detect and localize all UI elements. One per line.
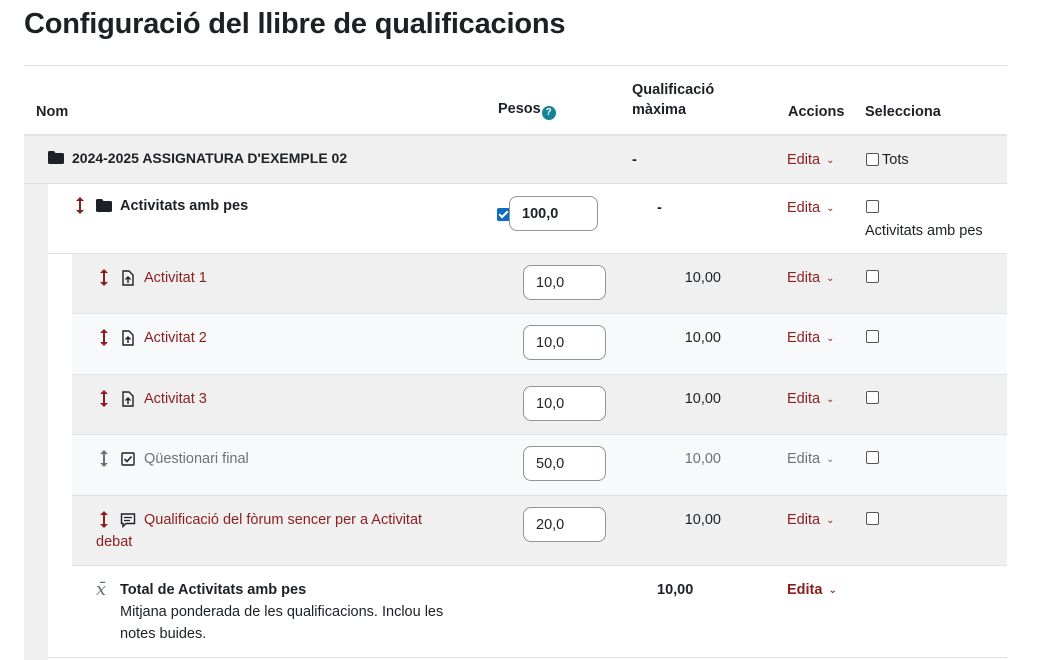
column-header-max-grade: Qualificació màxima (632, 80, 714, 120)
category-total-row: x̄ Total de Activitats amb pes Mitjana p… (48, 566, 1007, 658)
edit-label: Edita (787, 512, 821, 528)
edit-label: Edita (787, 270, 821, 286)
max-grade: 10,00 (684, 451, 721, 467)
edit-label: Edita (787, 391, 821, 407)
chevron-down-icon: ⌄ (826, 333, 835, 344)
item-edit-menu[interactable]: Edita ⌄ (787, 391, 834, 407)
select-all-checkbox[interactable] (866, 153, 879, 166)
folder-icon (48, 151, 64, 168)
course-max-grade: - (632, 152, 637, 168)
item-select-checkbox[interactable] (866, 391, 879, 404)
grade-item-row: Qüestionari final 50,0 10,00 Edita ⌄ (72, 435, 1007, 496)
chevron-down-icon: ⌄ (826, 394, 835, 405)
grade-item-name[interactable]: Qüestionari final (144, 451, 249, 467)
folder-icon (96, 199, 112, 216)
move-icon[interactable] (99, 390, 109, 411)
assignment-icon (121, 391, 135, 411)
chevron-down-icon: ⌄ (828, 585, 837, 596)
aggregation-icon: x̄ (96, 579, 107, 600)
grade-item-row: Qualificació del fòrum sencer per a Acti… (72, 496, 1007, 566)
grade-item-row: Activitat 1 10,0 10,00 Edita ⌄ (72, 254, 1007, 314)
item-edit-menu[interactable]: Edita ⌄ (787, 330, 834, 346)
help-icon[interactable]: ? (541, 106, 556, 120)
chevron-down-icon: ⌄ (826, 155, 835, 166)
edit-label: Edita (787, 451, 821, 467)
course-row: 2024-2025 ASSIGNATURA D'EXEMPLE 02 - Edi… (24, 136, 1007, 184)
column-header-weights: Pesos? (498, 99, 556, 120)
total-name: Total de Activitats amb pes (120, 582, 307, 598)
course-edit-menu[interactable]: Edita ⌄ (787, 152, 834, 168)
chevron-down-icon: ⌄ (826, 454, 835, 465)
grade-item-name[interactable]: Qualificació del fòrum sencer per a Acti… (144, 512, 422, 528)
item-select-checkbox[interactable] (866, 270, 879, 283)
edit-label: Edita (787, 152, 821, 168)
total-max-grade: 10,00 (657, 582, 694, 598)
category-row: Activitats amb pes 100,0 - Edita ⌄ Activi… (48, 184, 1007, 254)
chevron-down-icon: ⌄ (826, 273, 835, 284)
column-header-select: Selecciona (865, 104, 941, 120)
item-edit-menu[interactable]: Edita ⌄ (787, 451, 834, 467)
edit-label: Edita (787, 582, 823, 598)
move-icon[interactable] (75, 197, 85, 218)
max-grade-line1: Qualificació (632, 82, 715, 98)
total-description-line1: Mitjana ponderada de les qualificacions.… (120, 604, 444, 620)
category-indent-bar (24, 184, 48, 660)
column-header-name: Nom (36, 104, 69, 120)
category-max-grade: - (657, 200, 662, 216)
chevron-down-icon: ⌄ (826, 515, 835, 526)
max-grade: 10,00 (684, 512, 721, 528)
total-edit-menu[interactable]: Edita ⌄ (787, 582, 837, 598)
assignment-icon (121, 330, 135, 350)
weight-input[interactable]: 50,0 (523, 446, 606, 481)
item-select-checkbox[interactable] (866, 330, 879, 343)
move-icon[interactable] (99, 511, 109, 532)
weight-input[interactable]: 10,0 (523, 265, 606, 300)
max-grade: 10,00 (684, 391, 721, 407)
column-header-actions: Accions (788, 104, 845, 120)
edit-label: Edita (787, 200, 821, 216)
total-description-line2: notes buides. (120, 626, 207, 642)
weights-label: Pesos (498, 101, 541, 117)
move-icon[interactable] (99, 269, 109, 290)
edit-label: Edita (787, 330, 821, 346)
chevron-down-icon: ⌄ (826, 203, 835, 214)
move-icon[interactable] (99, 329, 109, 350)
item-edit-menu[interactable]: Edita ⌄ (787, 512, 834, 528)
category-name: Activitats amb pes (120, 198, 249, 214)
max-grade: 10,00 (684, 330, 721, 346)
grade-item-name[interactable]: Activitat 3 (144, 391, 207, 407)
forum-icon (120, 513, 136, 532)
grade-item-name-continued[interactable]: debat (96, 534, 132, 550)
grade-item-row: Activitat 3 10,0 10,00 Edita ⌄ (72, 375, 1007, 435)
weight-input[interactable]: 10,0 (523, 325, 606, 360)
weight-input[interactable]: 20,0 (523, 507, 606, 542)
title-divider (24, 65, 1007, 66)
page-title: Configuració del llibre de qualificacion… (24, 8, 566, 40)
category-weight-input[interactable]: 100,0 (509, 196, 598, 231)
assignment-icon (121, 270, 135, 290)
select-all-label: Tots (882, 152, 909, 168)
item-select-checkbox[interactable] (866, 512, 879, 525)
category-select-label: Activitats amb pes (865, 223, 983, 239)
quiz-icon (121, 452, 135, 470)
course-name: 2024-2025 ASSIGNATURA D'EXEMPLE 02 (72, 150, 348, 166)
grade-item-name[interactable]: Activitat 1 (144, 270, 207, 286)
max-grade-line2: màxima (632, 102, 687, 118)
max-grade: 10,00 (684, 270, 721, 286)
grade-item-name[interactable]: Activitat 2 (144, 330, 207, 346)
grade-item-row: Activitat 2 10,0 10,00 Edita ⌄ (72, 314, 1007, 375)
item-edit-menu[interactable]: Edita ⌄ (787, 270, 834, 286)
move-icon[interactable] (99, 450, 109, 471)
category-edit-menu[interactable]: Edita ⌄ (787, 200, 834, 216)
category-select-checkbox[interactable] (866, 200, 879, 213)
weight-input[interactable]: 10,0 (523, 386, 606, 421)
item-select-checkbox[interactable] (866, 451, 879, 464)
